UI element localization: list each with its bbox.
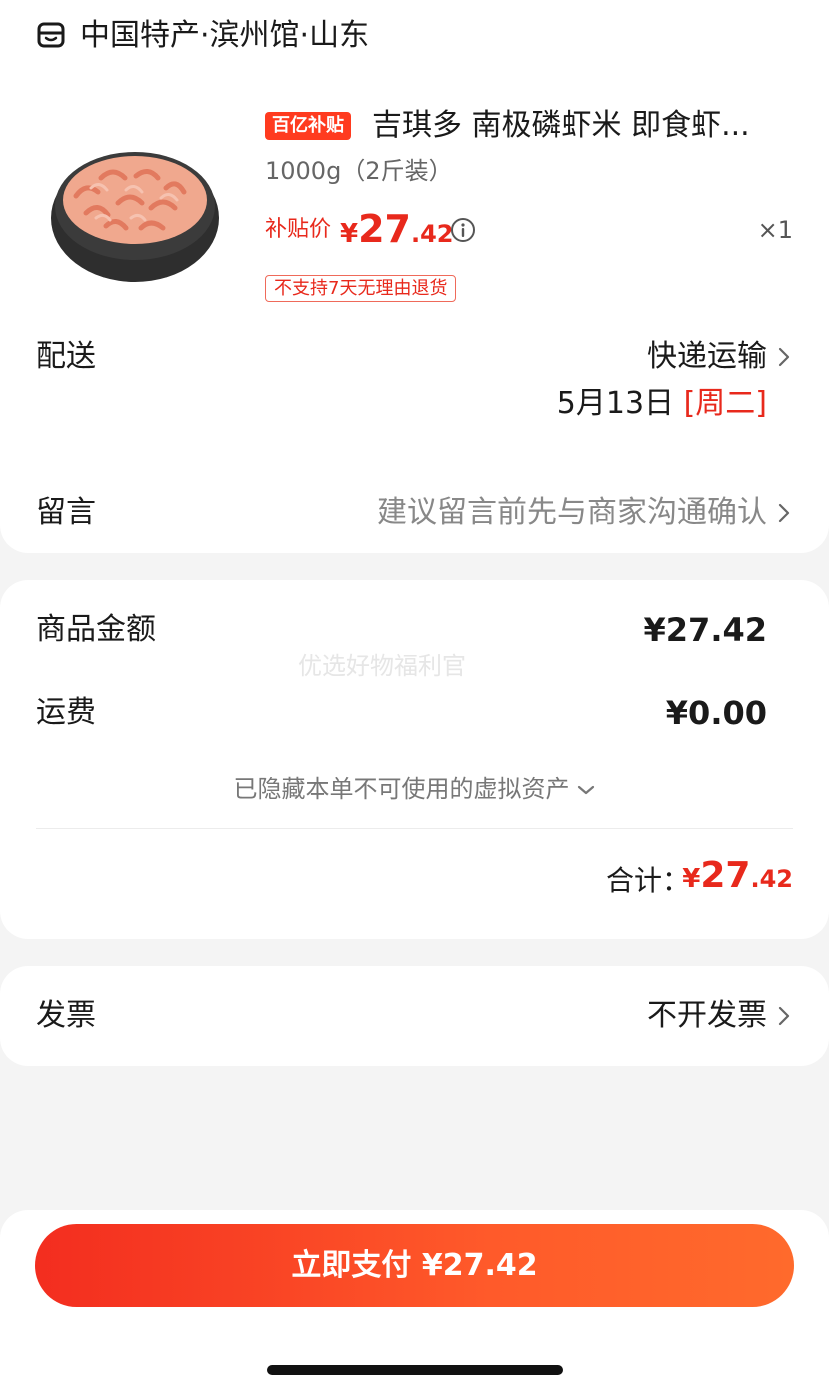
chevron-down-icon — [577, 785, 594, 795]
hidden-assets-toggle[interactable]: 已隐藏本单不可使用的虚拟资产 — [0, 772, 829, 806]
delivery-weekday: [周二] — [683, 386, 767, 421]
total-label: 合计： — [606, 864, 691, 897]
subsidy-price-label: 补贴价 — [265, 217, 332, 242]
goods-amount-value: ¥27.42 — [643, 611, 767, 649]
price-decimal: .42 — [410, 220, 454, 248]
chevron-right-icon[interactable] — [777, 346, 791, 368]
product-title[interactable]: 吉琪多 南极磷虾米 即食虾... — [372, 106, 772, 146]
store-name[interactable]: 中国特产·滨州馆·山东 — [80, 16, 369, 56]
hidden-assets-text: 已隐藏本单不可使用的虚拟资产 — [233, 775, 570, 803]
total-decimal: .42 — [750, 865, 793, 893]
invoice-label: 发票 — [36, 998, 96, 1033]
message-input[interactable]: 建议留言前先与商家沟通确认 — [377, 493, 767, 533]
message-label: 留言 — [36, 495, 96, 530]
quantity: ×1 — [757, 216, 793, 244]
shipping-value: ¥0.00 — [665, 694, 767, 732]
subsidy-badge: 百亿补贴 — [265, 112, 351, 140]
info-icon[interactable] — [450, 217, 476, 243]
delivery-date: 5月13日 [周二] — [557, 384, 767, 424]
total-currency: ¥ — [682, 864, 701, 894]
product-image[interactable] — [46, 118, 224, 296]
total-price: ¥27.42 — [682, 852, 793, 906]
total-integer: 27 — [700, 855, 751, 896]
store-icon — [37, 22, 65, 48]
home-indicator[interactable] — [267, 1365, 563, 1375]
delivery-method[interactable]: 快递运输 — [647, 337, 767, 377]
watermark: 优选好物福利官 — [298, 652, 466, 680]
delivery-label: 配送 — [36, 339, 96, 374]
order-card: 中国特产·滨州馆·山东 百亿补贴 吉琪多 南极磷虾米 即食虾... 1000g（… — [0, 0, 829, 553]
invoice-card[interactable]: 发票 不开发票 — [0, 966, 829, 1066]
shipping-label: 运费 — [36, 695, 96, 730]
price-summary-card: 商品金额 ¥27.42 优选好物福利官 运费 ¥0.00 已隐藏本单不可使用的虚… — [0, 580, 829, 939]
price-currency: ¥ — [340, 219, 359, 249]
return-policy-tag: 不支持7天无理由退货 — [265, 275, 457, 302]
price-integer: 27 — [358, 207, 411, 251]
pay-now-button[interactable]: 立即支付 ¥27.42 — [35, 1224, 794, 1307]
divider — [36, 828, 793, 829]
product-spec: 1000g（2斤装） — [265, 157, 453, 185]
chevron-right-icon[interactable] — [777, 1005, 791, 1027]
product-price: ¥27.42 — [340, 205, 454, 261]
invoice-value[interactable]: 不开发票 — [647, 996, 767, 1036]
delivery-date-text: 5月13日 — [556, 386, 675, 421]
goods-amount-label: 商品金额 — [36, 612, 156, 647]
chevron-right-icon[interactable] — [777, 502, 791, 524]
bottom-bar: 立即支付 ¥27.42 — [0, 1210, 829, 1393]
